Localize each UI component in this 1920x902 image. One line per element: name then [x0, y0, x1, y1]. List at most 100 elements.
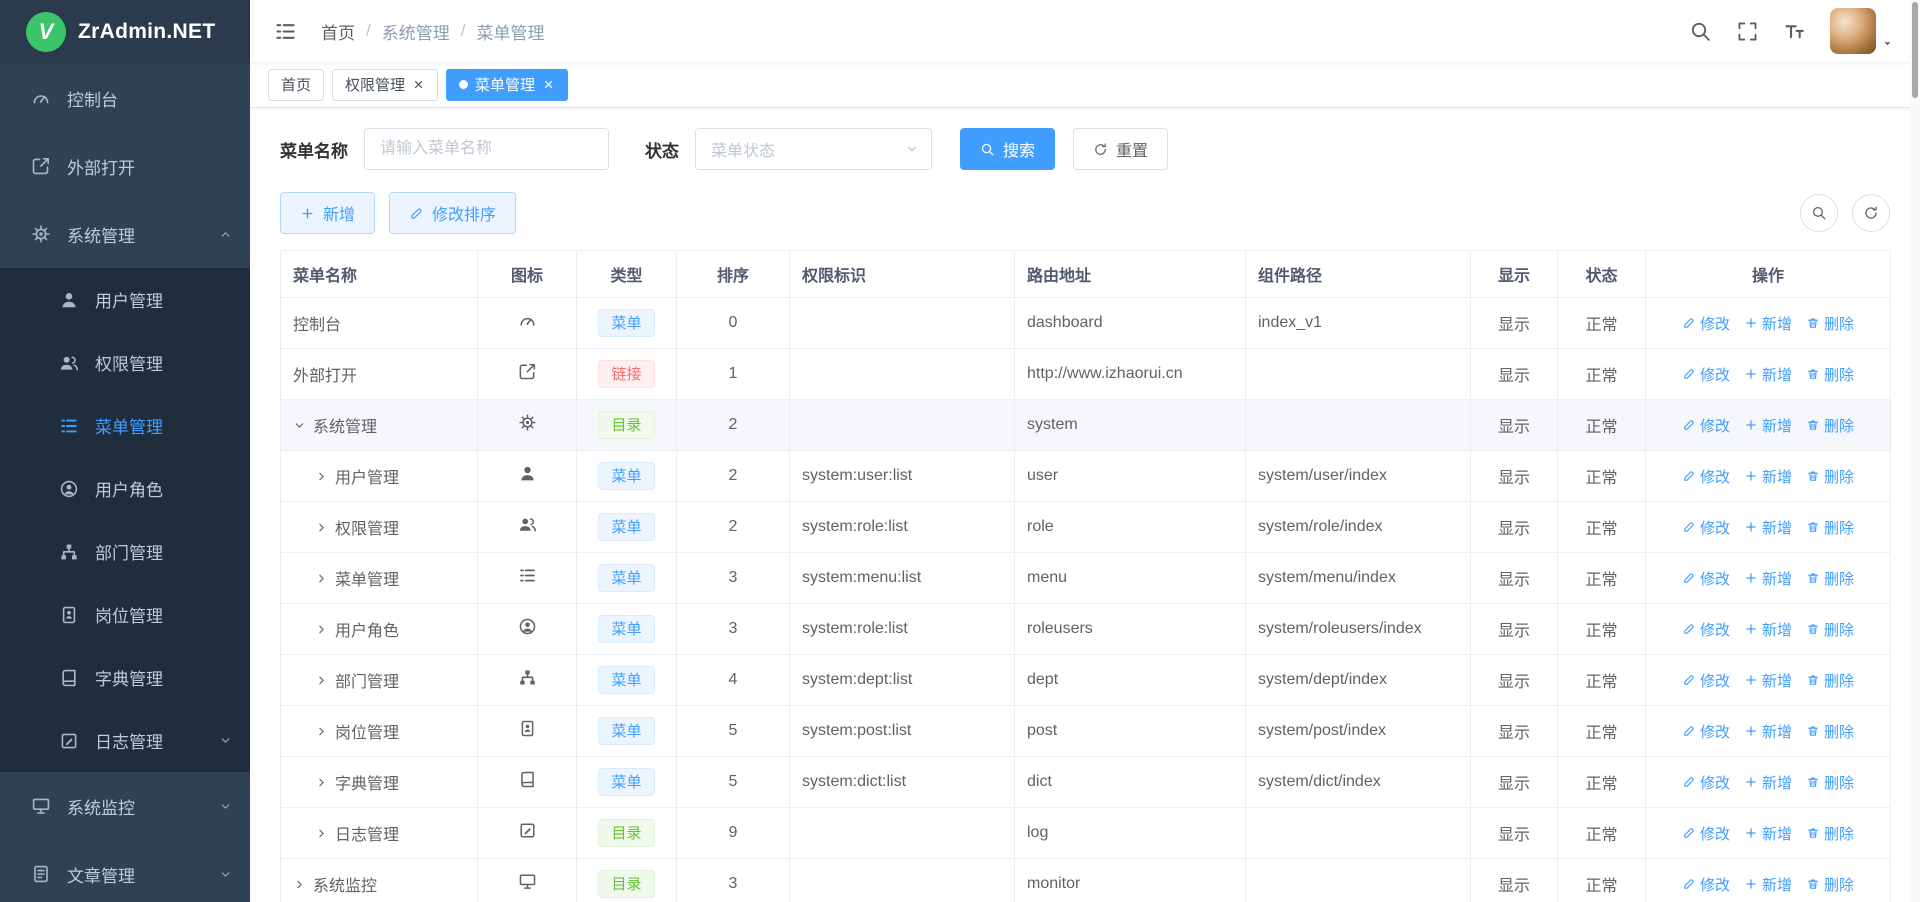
chevron-right-icon[interactable] [315, 521, 328, 534]
menu-table: 菜单名称图标类型排序权限标识路由地址组件路径显示状态操作 控制台菜单0dashb… [280, 250, 1891, 902]
user-icon [58, 290, 80, 310]
visible-value: 显示 [1471, 502, 1558, 553]
user-menu[interactable] [1830, 8, 1894, 54]
row-delete-link[interactable]: 删除 [1806, 619, 1854, 640]
sort-button[interactable]: 修改排序 [389, 192, 516, 234]
status-select[interactable]: 菜单状态 [695, 128, 932, 170]
chevron-right-icon[interactable] [315, 674, 328, 687]
tab-menu[interactable]: 菜单管理 [446, 69, 568, 101]
row-delete-link[interactable]: 删除 [1806, 772, 1854, 793]
table-row[interactable]: 日志管理目录9log显示正常修改新增删除 [281, 808, 1891, 859]
row-delete-link[interactable]: 删除 [1806, 721, 1854, 742]
sidebar-item-role[interactable]: 权限管理 [0, 331, 250, 394]
row-edit-link[interactable]: 修改 [1682, 874, 1730, 895]
row-add-link[interactable]: 新增 [1744, 823, 1792, 844]
row-add-link[interactable]: 新增 [1744, 313, 1792, 334]
sidebar-item-system[interactable]: 系统管理 [0, 200, 250, 268]
table-row[interactable]: 岗位管理菜单5system:post:listpostsystem/post/i… [281, 706, 1891, 757]
tab-home[interactable]: 首页 [268, 69, 324, 101]
sidebar-item-dict[interactable]: 字典管理 [0, 646, 250, 709]
row-edit-link[interactable]: 修改 [1682, 619, 1730, 640]
scrollbar-thumb[interactable] [1912, 2, 1918, 98]
sidebar-item-user[interactable]: 用户管理 [0, 268, 250, 331]
edit-icon [1682, 520, 1696, 534]
scrollbar-track[interactable] [1910, 0, 1920, 902]
row-edit-link[interactable]: 修改 [1682, 823, 1730, 844]
table-row[interactable]: 部门管理菜单4system:dept:listdeptsystem/dept/i… [281, 655, 1891, 706]
sidebar-item-menu[interactable]: 菜单管理 [0, 394, 250, 457]
chevron-down-icon[interactable] [293, 419, 306, 432]
reset-button[interactable]: 重置 [1073, 128, 1168, 170]
tab-role[interactable]: 权限管理 [332, 69, 438, 101]
sidebar-item-log[interactable]: 日志管理 [0, 709, 250, 772]
row-edit-link[interactable]: 修改 [1682, 772, 1730, 793]
sidebar-item-label: 系统管理 [67, 222, 135, 247]
table-row[interactable]: 控制台菜单0dashboardindex_v1显示正常修改新增删除 [281, 298, 1891, 349]
row-delete-link[interactable]: 删除 [1806, 823, 1854, 844]
row-delete-link[interactable]: 删除 [1806, 313, 1854, 334]
row-delete-link[interactable]: 删除 [1806, 568, 1854, 589]
table-row[interactable]: 字典管理菜单5system:dict:listdictsystem/dict/i… [281, 757, 1891, 808]
fullscreen-icon[interactable] [1736, 20, 1759, 43]
row-edit-link[interactable]: 修改 [1682, 517, 1730, 538]
table-row[interactable]: 用户管理菜单2system:user:listusersystem/user/i… [281, 451, 1891, 502]
table-row[interactable]: 系统管理目录2system显示正常修改新增删除 [281, 400, 1891, 451]
row-edit-link[interactable]: 修改 [1682, 313, 1730, 334]
sidebar-item-article[interactable]: 文章管理 [0, 840, 250, 902]
table-row[interactable]: 权限管理菜单2system:role:listrolesystem/role/i… [281, 502, 1891, 553]
table-row[interactable]: 菜单管理菜单3system:menu:listmenusystem/menu/i… [281, 553, 1891, 604]
row-add-link[interactable]: 新增 [1744, 874, 1792, 895]
row-edit-link[interactable]: 修改 [1682, 568, 1730, 589]
font-size-icon[interactable] [1783, 20, 1806, 43]
row-add-link[interactable]: 新增 [1744, 517, 1792, 538]
menu-name-input[interactable] [364, 128, 609, 170]
chevron-right-icon[interactable] [315, 827, 328, 840]
sidebar-item-dept[interactable]: 部门管理 [0, 520, 250, 583]
search-button[interactable]: 搜索 [960, 128, 1055, 170]
sidebar-item-dashboard[interactable]: 控制台 [0, 64, 250, 132]
table-row[interactable]: 用户角色菜单3system:role:listroleuserssystem/r… [281, 604, 1891, 655]
chevron-right-icon[interactable] [315, 470, 328, 483]
sidebar-item-monitor[interactable]: 系统监控 [0, 772, 250, 840]
chevron-right-icon[interactable] [315, 725, 328, 738]
row-add-link[interactable]: 新增 [1744, 568, 1792, 589]
close-icon[interactable] [542, 78, 555, 91]
search-icon[interactable] [1689, 20, 1712, 43]
close-icon[interactable] [412, 78, 425, 91]
add-button[interactable]: 新增 [280, 192, 375, 234]
table-refresh-button[interactable] [1852, 194, 1890, 232]
table-row[interactable]: 系统监控目录3monitor显示正常修改新增删除 [281, 859, 1891, 902]
row-edit-link[interactable]: 修改 [1682, 364, 1730, 385]
sidebar-item-roleusers[interactable]: 用户角色 [0, 457, 250, 520]
search-toggle-button[interactable] [1800, 194, 1838, 232]
row-edit-link[interactable]: 修改 [1682, 721, 1730, 742]
chevron-right-icon[interactable] [293, 878, 306, 891]
row-edit-link[interactable]: 修改 [1682, 415, 1730, 436]
row-add-link[interactable]: 新增 [1744, 721, 1792, 742]
row-add-link[interactable]: 新增 [1744, 466, 1792, 487]
type-tag: 菜单 [598, 666, 654, 694]
table-row[interactable]: 外部打开链接1http://www.izhaorui.cn显示正常修改新增删除 [281, 349, 1891, 400]
row-delete-link[interactable]: 删除 [1806, 364, 1854, 385]
row-delete-link[interactable]: 删除 [1806, 466, 1854, 487]
sidebar-toggle-icon[interactable] [274, 20, 297, 43]
row-delete-link[interactable]: 删除 [1806, 415, 1854, 436]
chevron-right-icon[interactable] [315, 572, 328, 585]
row-add-link[interactable]: 新增 [1744, 772, 1792, 793]
row-delete-link[interactable]: 删除 [1806, 874, 1854, 895]
chevron-right-icon[interactable] [315, 776, 328, 789]
row-edit-link[interactable]: 修改 [1682, 670, 1730, 691]
app-logo[interactable]: V ZrAdmin.NET [0, 0, 250, 64]
row-add-link[interactable]: 新增 [1744, 415, 1792, 436]
row-add-link[interactable]: 新增 [1744, 619, 1792, 640]
row-add-link[interactable]: 新增 [1744, 364, 1792, 385]
row-edit-link[interactable]: 修改 [1682, 466, 1730, 487]
sidebar-item-post[interactable]: 岗位管理 [0, 583, 250, 646]
sidebar-item-external[interactable]: 外部打开 [0, 132, 250, 200]
breadcrumb-item-home[interactable]: 首页 [321, 19, 355, 44]
chevron-right-icon[interactable] [315, 623, 328, 636]
row-add-link[interactable]: 新增 [1744, 670, 1792, 691]
delete-icon [1806, 877, 1820, 891]
row-delete-link[interactable]: 删除 [1806, 670, 1854, 691]
row-delete-link[interactable]: 删除 [1806, 517, 1854, 538]
